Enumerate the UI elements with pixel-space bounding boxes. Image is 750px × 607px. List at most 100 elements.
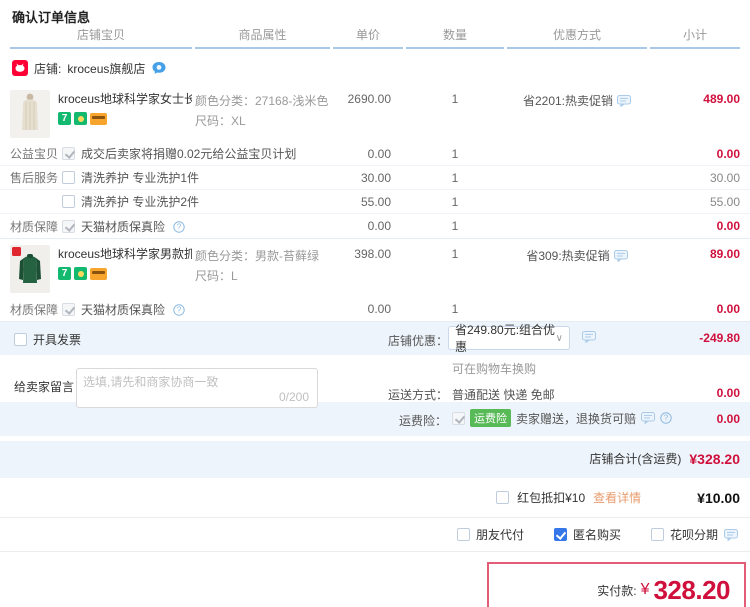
product-thumbnail[interactable] (10, 90, 50, 138)
quantity: 1 (406, 219, 504, 233)
charity-icon (74, 267, 87, 280)
anonymous-checkbox[interactable] (554, 528, 567, 541)
seven-day-return-icon: 7 (58, 267, 71, 280)
service-text: 成交后卖家将捐赠0.02元给公益宝贝计划 (81, 147, 296, 161)
red-packet-details-link[interactable]: 查看详情 (593, 489, 641, 506)
comment-icon[interactable] (614, 250, 628, 262)
discount-text: 省2201:热卖促销 (523, 92, 613, 109)
column-header-subtotal: 小计 (650, 26, 740, 49)
freight-insurance-row: 运费险 卖家赠送，退换货可赔 ? (452, 409, 672, 427)
tmall-icon (12, 60, 28, 76)
pay-option-huabei[interactable]: 花呗分期 (651, 526, 738, 543)
wash1-checkbox[interactable] (62, 171, 75, 184)
attr-color: 颜色分类：男款-苔藓绿 (195, 246, 330, 266)
freight-insurance-amount: 0.00 (717, 412, 740, 426)
unit-price: 55.00 (333, 195, 403, 209)
store-total-row: 店铺合计(含运费) ¥328.20 (589, 450, 740, 467)
unit-price: 398.00 (333, 245, 403, 261)
subtotal: 0.00 (650, 147, 740, 161)
service-text: 天猫材质保真险 (81, 220, 165, 234)
attr-size: 尺码：XL (195, 111, 330, 131)
shipping-value: 普通配送 快递 免邮 (452, 386, 555, 403)
attr-size: 尺码：L (195, 266, 330, 286)
red-packet-checkbox[interactable] (496, 491, 509, 504)
unit-price: 0.00 (333, 302, 403, 316)
payment-label: 实付款: (597, 582, 636, 599)
invoice-checkbox[interactable] (14, 333, 27, 346)
comment-icon[interactable] (641, 412, 655, 424)
column-header-item: 店铺宝贝 (10, 26, 192, 49)
store-discount-amount: -249.80 (699, 331, 740, 345)
huabei-label: 花呗分期 (670, 526, 718, 543)
service-text: 清洗养护 专业洗护2件 (81, 195, 199, 209)
store-discount-value: 省249.80元:组合优惠 (455, 321, 556, 355)
char-counter: 0/200 (279, 390, 309, 404)
product-row: kroceus地球科学家女士长款羽... 7 颜色分类：27168-浅米色 尺码… (0, 84, 750, 142)
quantity: 1 (406, 147, 504, 161)
charity-icon (74, 112, 87, 125)
friend-pay-checkbox[interactable] (457, 528, 470, 541)
highlight-band (0, 322, 750, 355)
comment-icon[interactable] (724, 529, 738, 541)
store-total-label: 店铺合计(含运费) (589, 450, 681, 467)
product-title[interactable]: kroceus地球科学家女士长款羽... (58, 90, 192, 107)
question-icon[interactable]: ? (660, 412, 672, 424)
discount-text: 省309:热卖促销 (526, 247, 609, 264)
service-row-wash1: 售后服务清洗养护 专业洗护1件 30.00 1 30.00 (0, 166, 750, 190)
order-confirm-page: 确认订单信息 店铺宝贝 商品属性 单价 数量 优惠方式 小计 店铺: kroce… (0, 0, 750, 607)
red-packet-amount: ¥10.00 (697, 490, 740, 506)
question-icon[interactable]: ? (173, 304, 185, 316)
freight-insurance-badge: 运费险 (470, 409, 511, 427)
product-row: kroceus地球科学家男款抓绒保... 7 颜色分类：男款-苔藓绿 尺码：L … (0, 239, 750, 297)
product-title[interactable]: kroceus地球科学家男款抓绒保... (58, 245, 192, 262)
freight-insurance-text: 卖家赠送，退换货可赔 (516, 410, 636, 427)
unit-price: 30.00 (333, 171, 403, 185)
shipping-label: 运送方式： (388, 386, 448, 403)
payment-options-row: 朋友代付 匿名购买 花呗分期 (0, 518, 750, 552)
store-discount-select[interactable]: 省249.80元:组合优惠 ∨ (448, 326, 570, 350)
question-icon[interactable]: ? (173, 221, 185, 233)
chevron-down-icon: ∨ (556, 333, 563, 344)
pay-option-anonymous[interactable]: 匿名购买 (554, 526, 621, 543)
svg-text:?: ? (177, 306, 182, 315)
store-header: 店铺: kroceus旗舰店 (0, 48, 750, 84)
huabei-checkbox[interactable] (651, 528, 664, 541)
unit-price: 0.00 (333, 147, 403, 161)
comment-icon[interactable] (582, 331, 596, 343)
pay-option-friend[interactable]: 朋友代付 (457, 526, 524, 543)
product-badges: 7 (58, 267, 192, 280)
service-row-charity: 公益宝贝成交后卖家将捐赠0.02元给公益宝贝计划 0.00 1 0.00 (0, 142, 750, 166)
store-discount-label: 店铺优惠： (388, 332, 448, 349)
product-attributes: 颜色分类：27168-浅米色 尺码：XL (195, 90, 330, 132)
freight-insurance-checkbox (452, 412, 465, 425)
svg-text:?: ? (177, 223, 182, 232)
column-header-discount: 优惠方式 (507, 26, 647, 49)
invoice-option[interactable]: 开具发票 (14, 331, 81, 348)
store-discount-note: 可在购物车换购 (452, 360, 536, 377)
payment-amount: 328.20 (653, 575, 730, 606)
table-header: 店铺宝贝 商品属性 单价 数量 优惠方式 小计 (0, 22, 750, 48)
quantity: 1 (406, 195, 504, 209)
comment-icon[interactable] (617, 95, 631, 107)
service-row-material1: 材质保障天猫材质保真险 ? 0.00 1 0.00 (0, 214, 750, 238)
seller-message-box: 0/200 (76, 368, 318, 408)
service-text: 清洗养护 专业洗护1件 (81, 171, 199, 185)
subtotal: 30.00 (650, 171, 740, 185)
card-payment-icon (90, 113, 107, 125)
material-checkbox (62, 303, 75, 316)
wash2-checkbox[interactable] (62, 195, 75, 208)
unit-price: 2690.00 (333, 90, 403, 106)
svg-text:?: ? (664, 414, 669, 423)
row-label: 售后服务 (10, 169, 62, 186)
store-chat-icon[interactable] (151, 61, 167, 76)
invoice-label: 开具发票 (33, 331, 81, 348)
quantity: 1 (406, 245, 504, 261)
freight-insurance-label: 运费险： (399, 412, 447, 429)
service-row-material2: 材质保障天猫材质保真险 ? 0.00 1 0.00 (0, 297, 750, 321)
store-name-link[interactable]: kroceus旗舰店 (67, 60, 145, 77)
quantity: 1 (406, 302, 504, 316)
subtotal: 0.00 (650, 219, 740, 233)
product-thumbnail[interactable] (10, 245, 50, 293)
red-packet-row: 红包抵扣¥10 查看详情 ¥10.00 (0, 478, 750, 518)
page-title: 确认订单信息 (0, 0, 750, 22)
